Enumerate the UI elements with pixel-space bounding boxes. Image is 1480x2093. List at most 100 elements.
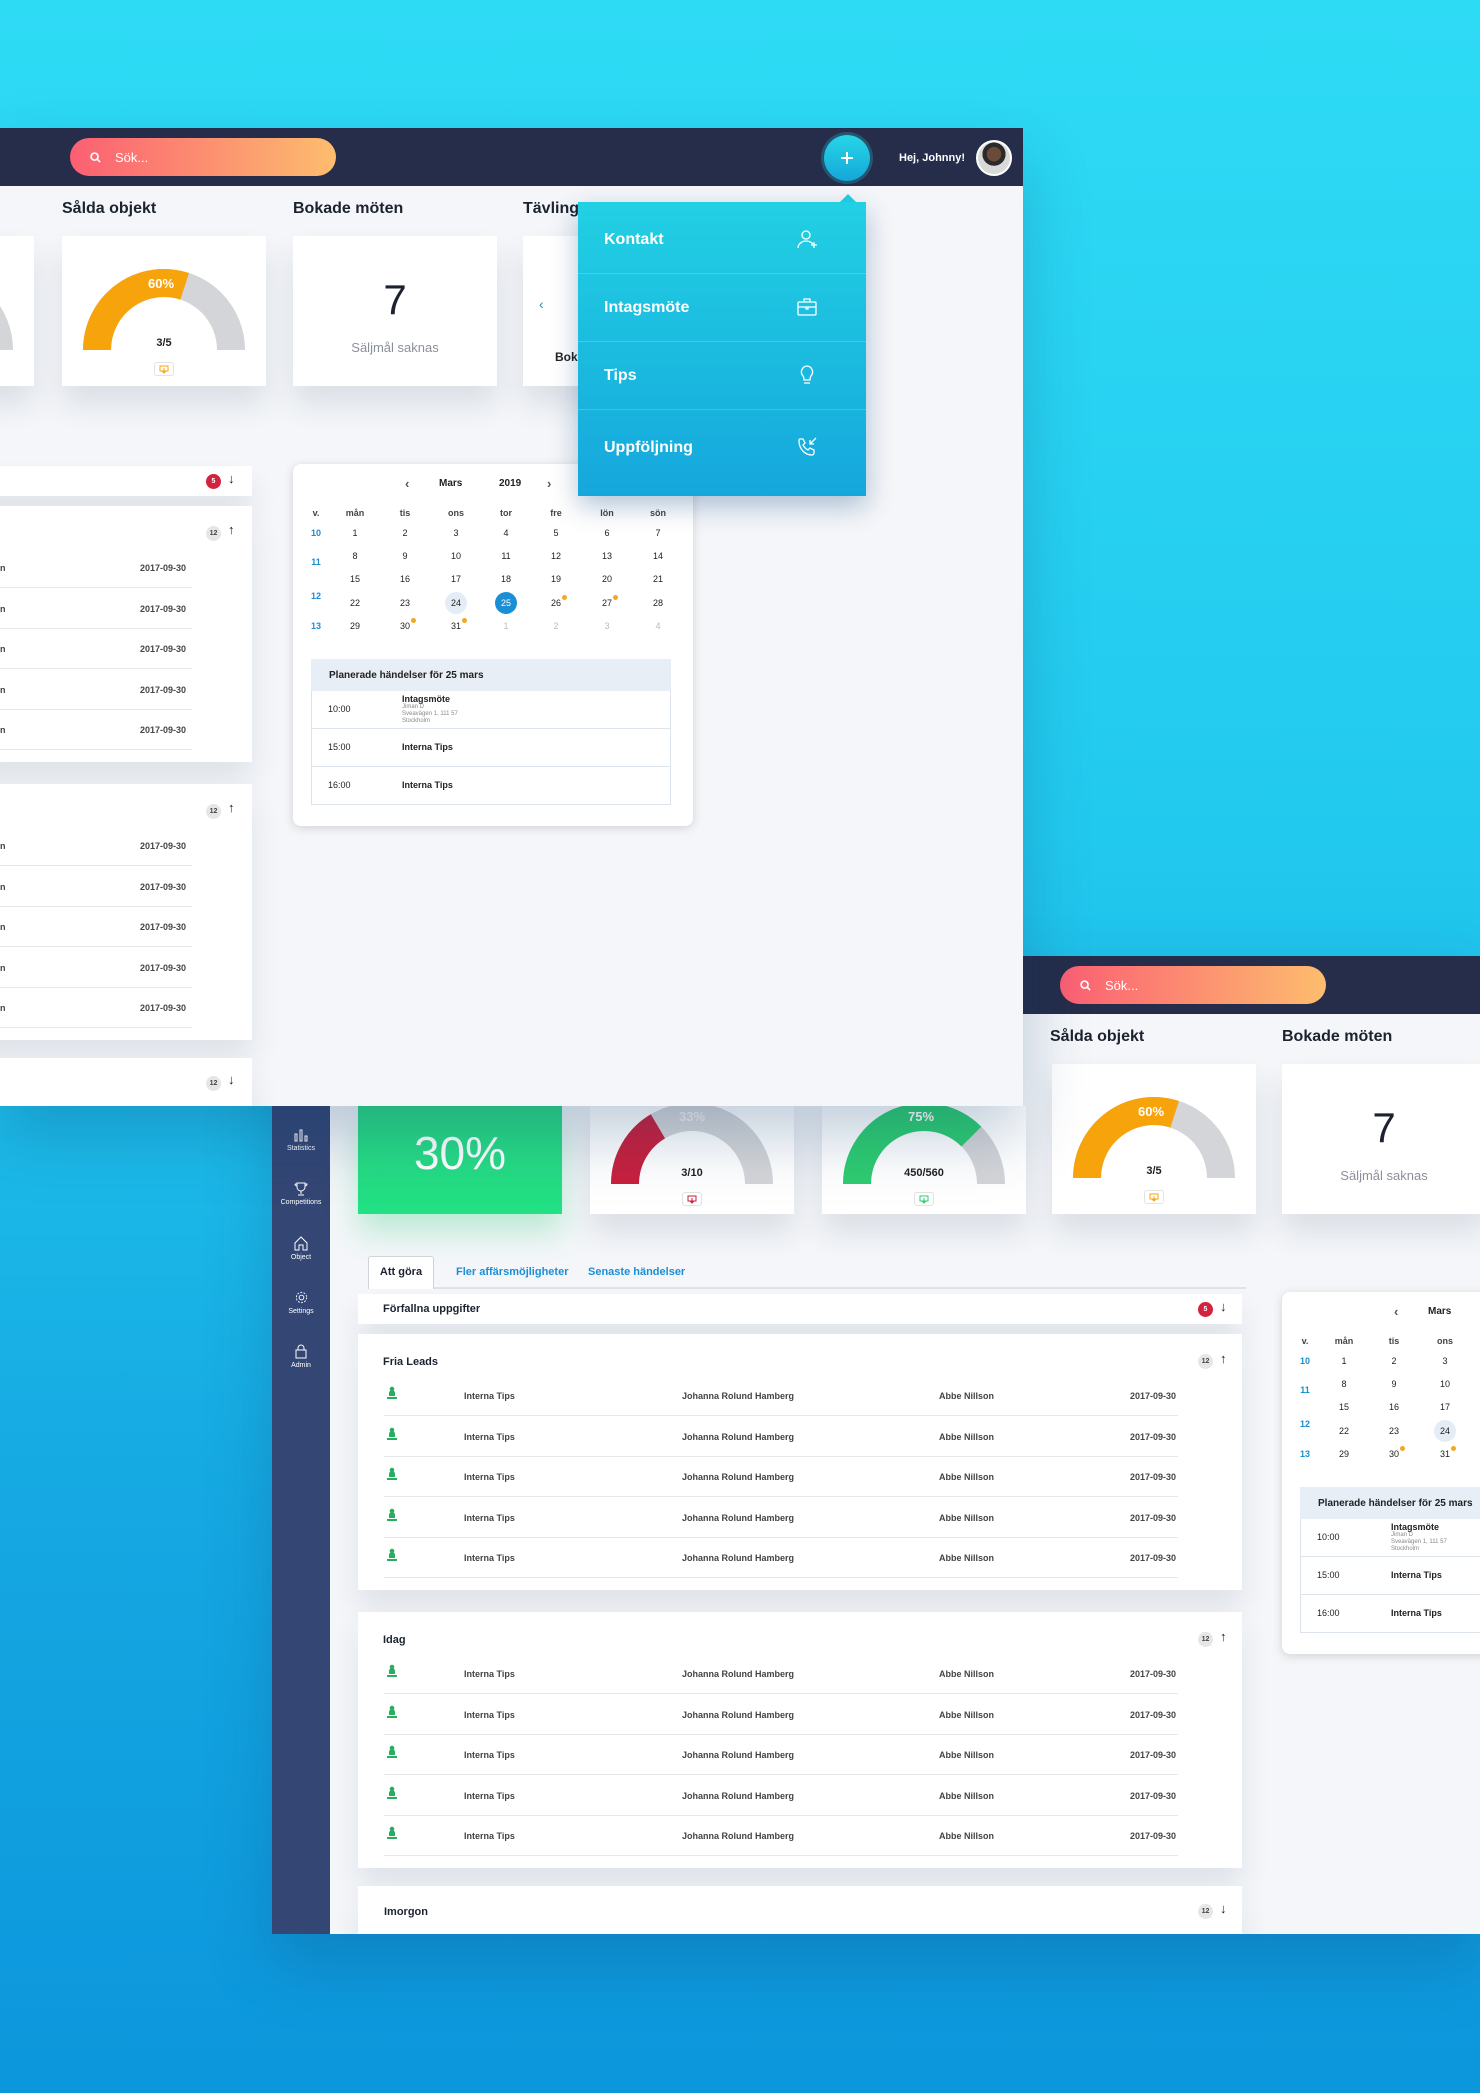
calendar-day[interactable]: 16 bbox=[394, 568, 416, 590]
table-row[interactable]: n 2017-09-30 bbox=[0, 548, 192, 588]
table-row[interactable]: Interna Tips Johanna Rolund Hamberg Abbe N… bbox=[384, 1376, 1178, 1416]
calendar-day[interactable]: 12 bbox=[545, 545, 567, 567]
calendar-day[interactable]: 8 bbox=[1333, 1373, 1355, 1395]
calendar-day[interactable]: 9 bbox=[1383, 1373, 1405, 1395]
collapse-arrow-icon[interactable]: ↑ bbox=[228, 800, 235, 815]
calendar-day[interactable]: 15 bbox=[1333, 1396, 1355, 1418]
calendar-day[interactable]: 23 bbox=[394, 592, 416, 614]
calendar-day[interactable]: 28 bbox=[647, 592, 669, 614]
calendar-day[interactable]: 15 bbox=[344, 568, 366, 590]
table-row[interactable]: n 2017-09-30 bbox=[0, 867, 192, 907]
menu-item-kontakt[interactable]: Kontakt bbox=[578, 206, 866, 274]
event-row[interactable]: 10:00 Intagsmöte Jiman D Sveavägen 1, 111 5… bbox=[311, 691, 671, 729]
table-row[interactable]: Interna Tips Johanna Rolund Hamberg Abbe N… bbox=[384, 1538, 1178, 1578]
calendar-day[interactable]: 6 bbox=[596, 522, 618, 544]
calendar-day[interactable]: 31 bbox=[445, 615, 467, 637]
red-download-button[interactable] bbox=[682, 1192, 702, 1206]
table-row[interactable]: Interna Tips Johanna Rolund Hamberg Abbe N… bbox=[384, 1457, 1178, 1497]
table-row[interactable]: Interna Tips Johanna Rolund Hamberg Abbe N… bbox=[384, 1498, 1178, 1538]
calendar-day[interactable]: 4 bbox=[495, 522, 517, 544]
tab-att-gora[interactable]: Att göra bbox=[368, 1256, 434, 1289]
next-month-button[interactable]: › bbox=[547, 476, 551, 491]
calendar-day[interactable]: 3 bbox=[1434, 1350, 1456, 1372]
expand-arrow-icon[interactable]: ↓ bbox=[228, 1072, 235, 1087]
avatar[interactable] bbox=[976, 140, 1012, 176]
calendar-day[interactable]: 24 bbox=[1434, 1420, 1456, 1442]
calendar-day[interactable]: 1 bbox=[495, 615, 517, 637]
calendar-day[interactable]: 22 bbox=[344, 592, 366, 614]
calendar-day[interactable]: 7 bbox=[647, 522, 669, 544]
sidebar-item-admin[interactable]: Admin bbox=[272, 1344, 330, 1369]
table-row[interactable]: Interna Tips Johanna Rolund Hamberg Abbe N… bbox=[384, 1735, 1178, 1775]
overdue-panel[interactable]: 5 ↓ bbox=[0, 466, 252, 496]
calendar-day[interactable]: 27 bbox=[596, 592, 618, 614]
calendar-day[interactable]: 16 bbox=[1383, 1396, 1405, 1418]
calendar-day[interactable]: 1 bbox=[344, 522, 366, 544]
table-row[interactable]: n 2017-09-30 bbox=[0, 589, 192, 629]
table-row[interactable]: Interna Tips Johanna Rolund Hamberg Abbe N… bbox=[384, 1695, 1178, 1735]
add-button[interactable] bbox=[824, 135, 870, 181]
calendar-day[interactable]: 31 bbox=[1434, 1443, 1456, 1465]
collapse-arrow-icon[interactable]: ↑ bbox=[228, 522, 235, 537]
table-row[interactable]: Interna Tips Johanna Rolund Hamberg Abbe N… bbox=[384, 1654, 1178, 1694]
collapse-arrow-icon[interactable]: ↑ bbox=[1220, 1629, 1227, 1644]
calendar-day[interactable]: 8 bbox=[344, 545, 366, 567]
sold-download-button[interactable] bbox=[154, 362, 174, 376]
calendar-day[interactable]: 2 bbox=[1383, 1350, 1405, 1372]
calendar-day[interactable]: 29 bbox=[1333, 1443, 1355, 1465]
calendar-day[interactable]: 30 bbox=[1383, 1443, 1405, 1465]
event-row[interactable]: 16:00 Interna Tips bbox=[311, 767, 671, 805]
overdue-panel[interactable]: Förfallna uppgifter 5 ↓ bbox=[358, 1294, 1242, 1324]
calendar-day[interactable]: 26 bbox=[545, 592, 567, 614]
table-row[interactable]: n 2017-09-30 bbox=[0, 907, 192, 947]
calendar-day[interactable]: 29 bbox=[344, 615, 366, 637]
calendar-day[interactable]: 4 bbox=[647, 615, 669, 637]
calendar-day[interactable]: 3 bbox=[596, 615, 618, 637]
calendar-day[interactable]: 2 bbox=[545, 615, 567, 637]
tab-senaste-handelser[interactable]: Senaste händelser bbox=[588, 1266, 685, 1278]
table-row[interactable]: n 2017-09-30 bbox=[0, 710, 192, 750]
collapse-arrow-icon[interactable]: ↑ bbox=[1220, 1351, 1227, 1366]
calendar-day[interactable]: 17 bbox=[445, 568, 467, 590]
prev-month-button[interactable]: ‹ bbox=[405, 476, 409, 491]
menu-item-intagsmote[interactable]: Intagsmöte bbox=[578, 274, 866, 342]
search-input[interactable]: Sök... bbox=[70, 138, 336, 176]
menu-item-uppfoljning[interactable]: Uppföljning bbox=[578, 414, 866, 482]
table-row[interactable]: n 2017-09-30 bbox=[0, 670, 192, 710]
tab-fler-affarsmojligheter[interactable]: Fler affärsmöjligheter bbox=[456, 1266, 568, 1278]
table-row[interactable]: Interna Tips Johanna Rolund Hamberg Abbe N… bbox=[384, 1776, 1178, 1816]
calendar-day[interactable]: 11 bbox=[495, 545, 517, 567]
search-input[interactable]: Sök... bbox=[1060, 966, 1326, 1004]
calendar-day[interactable]: 21 bbox=[647, 568, 669, 590]
expand-arrow-icon[interactable]: ↓ bbox=[1220, 1901, 1227, 1916]
sidebar-item-object[interactable]: Object bbox=[272, 1236, 330, 1261]
calendar-day[interactable]: 22 bbox=[1333, 1420, 1355, 1442]
calendar-day[interactable]: 3 bbox=[445, 522, 467, 544]
calendar-day[interactable]: 10 bbox=[445, 545, 467, 567]
calendar-day[interactable]: 20 bbox=[596, 568, 618, 590]
event-row[interactable]: 10:00 Intagsmöte Jiman D Sveavägen 1, 111 5… bbox=[1300, 1519, 1480, 1557]
table-row[interactable]: Interna Tips Johanna Rolund Hamberg Abbe N… bbox=[384, 1816, 1178, 1856]
event-row[interactable]: 15:00 Interna Tips bbox=[311, 729, 671, 767]
menu-item-tips[interactable]: Tips bbox=[578, 342, 866, 410]
calendar-day[interactable]: 30 bbox=[394, 615, 416, 637]
calendar-day[interactable]: 9 bbox=[394, 545, 416, 567]
sidebar-item-competitions[interactable]: Competitions bbox=[272, 1182, 330, 1206]
calendar-day[interactable]: 1 bbox=[1333, 1350, 1355, 1372]
calendar-day[interactable]: 5 bbox=[545, 522, 567, 544]
prev-month-button[interactable]: ‹ bbox=[1394, 1304, 1398, 1319]
green-download-button[interactable] bbox=[914, 1192, 934, 1206]
table-row[interactable]: n 2017-09-30 bbox=[0, 988, 192, 1028]
event-row[interactable]: 15:00 Interna Tips bbox=[1300, 1557, 1480, 1595]
sidebar-item-settings[interactable]: Settings bbox=[272, 1290, 330, 1315]
expand-arrow-icon[interactable]: ↓ bbox=[1220, 1299, 1227, 1314]
table-row[interactable]: n 2017-09-30 bbox=[0, 948, 192, 988]
event-row[interactable]: 16:00 Interna Tips bbox=[1300, 1595, 1480, 1633]
calendar-day[interactable]: 18 bbox=[495, 568, 517, 590]
table-row[interactable]: n 2017-09-30 bbox=[0, 826, 192, 866]
imorgon-panel[interactable]: 12 ↓ bbox=[0, 1058, 252, 1106]
imorgon-panel[interactable]: Imorgon 12 ↓ bbox=[358, 1886, 1242, 1934]
chevron-left-icon[interactable]: ‹ bbox=[539, 296, 544, 312]
calendar-day[interactable]: 13 bbox=[596, 545, 618, 567]
calendar-day[interactable]: 23 bbox=[1383, 1420, 1405, 1442]
